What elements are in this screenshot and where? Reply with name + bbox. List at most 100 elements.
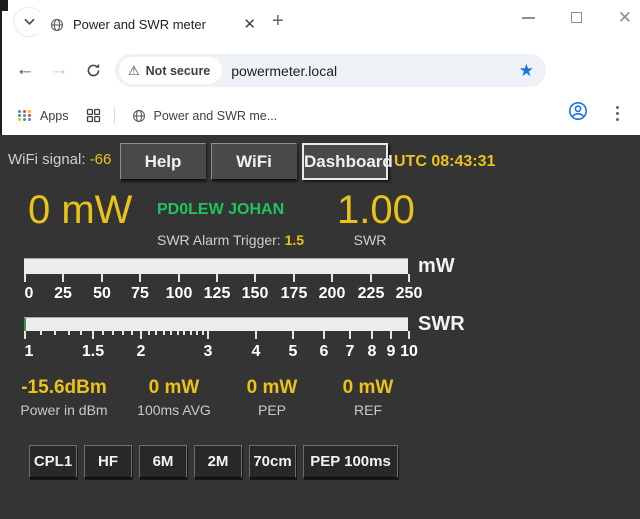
swr-caption: SWR xyxy=(340,232,400,248)
reload-icon[interactable] xyxy=(76,62,110,79)
tab-close-icon[interactable]: ✕ xyxy=(239,15,260,34)
reading-list-icon[interactable] xyxy=(86,108,101,123)
major-tick xyxy=(139,274,141,282)
swr-bar-fill xyxy=(24,318,26,331)
tab-power-swr-meter[interactable]: Power and SWR meter ✕ xyxy=(38,5,270,44)
scale-label: 9 xyxy=(387,343,396,361)
minor-tick xyxy=(122,331,124,335)
major-tick xyxy=(408,331,410,339)
minor-tick xyxy=(202,331,204,335)
70cm-button[interactable]: 70cm xyxy=(249,445,296,478)
bookmark-star-icon[interactable]: ★ xyxy=(519,61,534,81)
swr-bar xyxy=(24,317,408,331)
major-tick xyxy=(101,274,103,282)
new-tab-button[interactable]: + xyxy=(272,10,284,33)
scale-label: 1 xyxy=(25,343,34,361)
band-buttons: CPL1HF6M2M70cmPEP 100ms xyxy=(29,445,398,478)
scale-label: 4 xyxy=(252,343,261,361)
browser-window: Power and SWR meter ✕ + ✕ ← → ⚠ Not secu… xyxy=(0,0,640,519)
major-tick xyxy=(254,274,256,282)
utc-clock: UTC 08:43:31 xyxy=(394,153,495,171)
scale-label: 200 xyxy=(319,285,346,303)
major-tick xyxy=(24,331,26,339)
nav-buttons: HelpWiFiDashboard xyxy=(120,143,388,180)
help-button[interactable]: Help xyxy=(120,143,206,180)
scale-label: 225 xyxy=(358,285,385,303)
wifi-signal-label: WiFi signal: xyxy=(8,151,86,168)
cpl1-button[interactable]: CPL1 xyxy=(29,445,77,478)
browser-chrome: Power and SWR meter ✕ + ✕ ← → ⚠ Not secu… xyxy=(0,0,640,135)
minor-tick xyxy=(131,331,133,335)
major-tick xyxy=(292,331,294,339)
scale-label: 150 xyxy=(242,285,269,303)
maximize-icon[interactable] xyxy=(571,12,582,23)
scale-label: 6 xyxy=(320,343,329,361)
scale-label: 7 xyxy=(346,343,355,361)
tab-title: Power and SWR meter xyxy=(73,17,239,32)
minimize-icon[interactable] xyxy=(522,17,535,19)
scale-label: 10 xyxy=(400,343,418,361)
divider xyxy=(114,107,115,124)
scale-label: 50 xyxy=(93,285,111,303)
minor-tick xyxy=(170,331,172,335)
close-icon[interactable]: ✕ xyxy=(618,12,632,23)
minor-tick xyxy=(112,331,114,335)
readout-label: REF xyxy=(303,402,433,418)
6m-button[interactable]: 6M xyxy=(139,445,187,478)
wifi-button[interactable]: WiFi xyxy=(211,143,297,180)
minor-tick xyxy=(102,331,104,335)
mw-bar xyxy=(24,258,408,274)
apps-grid-icon[interactable] xyxy=(18,110,32,121)
major-tick xyxy=(323,331,325,339)
scale-label: 75 xyxy=(131,285,149,303)
back-icon[interactable]: ← xyxy=(8,59,42,81)
apps-label[interactable]: Apps xyxy=(40,109,69,123)
forward-icon[interactable]: → xyxy=(42,59,76,81)
hf-button[interactable]: HF xyxy=(84,445,132,478)
minor-tick xyxy=(196,331,198,335)
scale-label: 250 xyxy=(396,285,423,303)
address-bar[interactable]: ⚠ Not secure powermeter.local ★ xyxy=(115,54,546,87)
minor-tick xyxy=(190,331,192,335)
minor-tick xyxy=(163,331,165,335)
scale-label: 3 xyxy=(204,343,213,361)
meter-mw: 0255075100125150175200225250 mW xyxy=(24,258,494,274)
globe-icon xyxy=(50,18,64,32)
scale-label: 2 xyxy=(137,343,146,361)
major-tick xyxy=(178,274,180,282)
minor-tick xyxy=(40,331,42,335)
swr-bar-label: SWR xyxy=(418,313,465,336)
wifi-signal-value: -66 xyxy=(90,151,112,168)
bookmark-label: Power and SWR me... xyxy=(154,109,278,123)
major-tick xyxy=(92,331,94,339)
power-main-value: 0 mW xyxy=(28,188,132,233)
swr-main-value: 1.00 xyxy=(337,188,415,233)
major-tick xyxy=(408,274,410,282)
chevron-down-icon xyxy=(24,18,35,26)
scale-label: 175 xyxy=(281,285,308,303)
url-text[interactable]: powermeter.local xyxy=(231,63,518,79)
globe-icon xyxy=(132,109,146,123)
warning-icon: ⚠ xyxy=(128,64,140,77)
major-tick xyxy=(216,274,218,282)
callsign: PD0LEW JOHAN xyxy=(157,201,284,219)
minor-tick xyxy=(155,331,157,335)
security-chip[interactable]: ⚠ Not secure xyxy=(119,57,222,84)
pep-100ms-button[interactable]: PEP 100ms xyxy=(303,445,398,478)
major-tick xyxy=(255,331,257,339)
scale-label: 25 xyxy=(54,285,72,303)
minor-tick xyxy=(80,331,82,335)
scale-label: 5 xyxy=(289,343,298,361)
browser-toolbar: ← → ⚠ Not secure powermeter.local ★ xyxy=(0,44,640,96)
readout-value: 0 mW xyxy=(303,377,433,399)
minor-tick xyxy=(177,331,179,335)
security-label: Not secure xyxy=(146,64,211,78)
mw-bar-label: mW xyxy=(418,255,455,278)
major-tick xyxy=(370,274,372,282)
bookmark-item[interactable]: Power and SWR me... xyxy=(132,109,278,123)
major-tick xyxy=(371,331,373,339)
swr-alarm-value: 1.5 xyxy=(285,232,304,248)
minor-tick xyxy=(183,331,185,335)
2m-button[interactable]: 2M xyxy=(194,445,242,478)
dashboard-button[interactable]: Dashboard xyxy=(302,143,388,180)
